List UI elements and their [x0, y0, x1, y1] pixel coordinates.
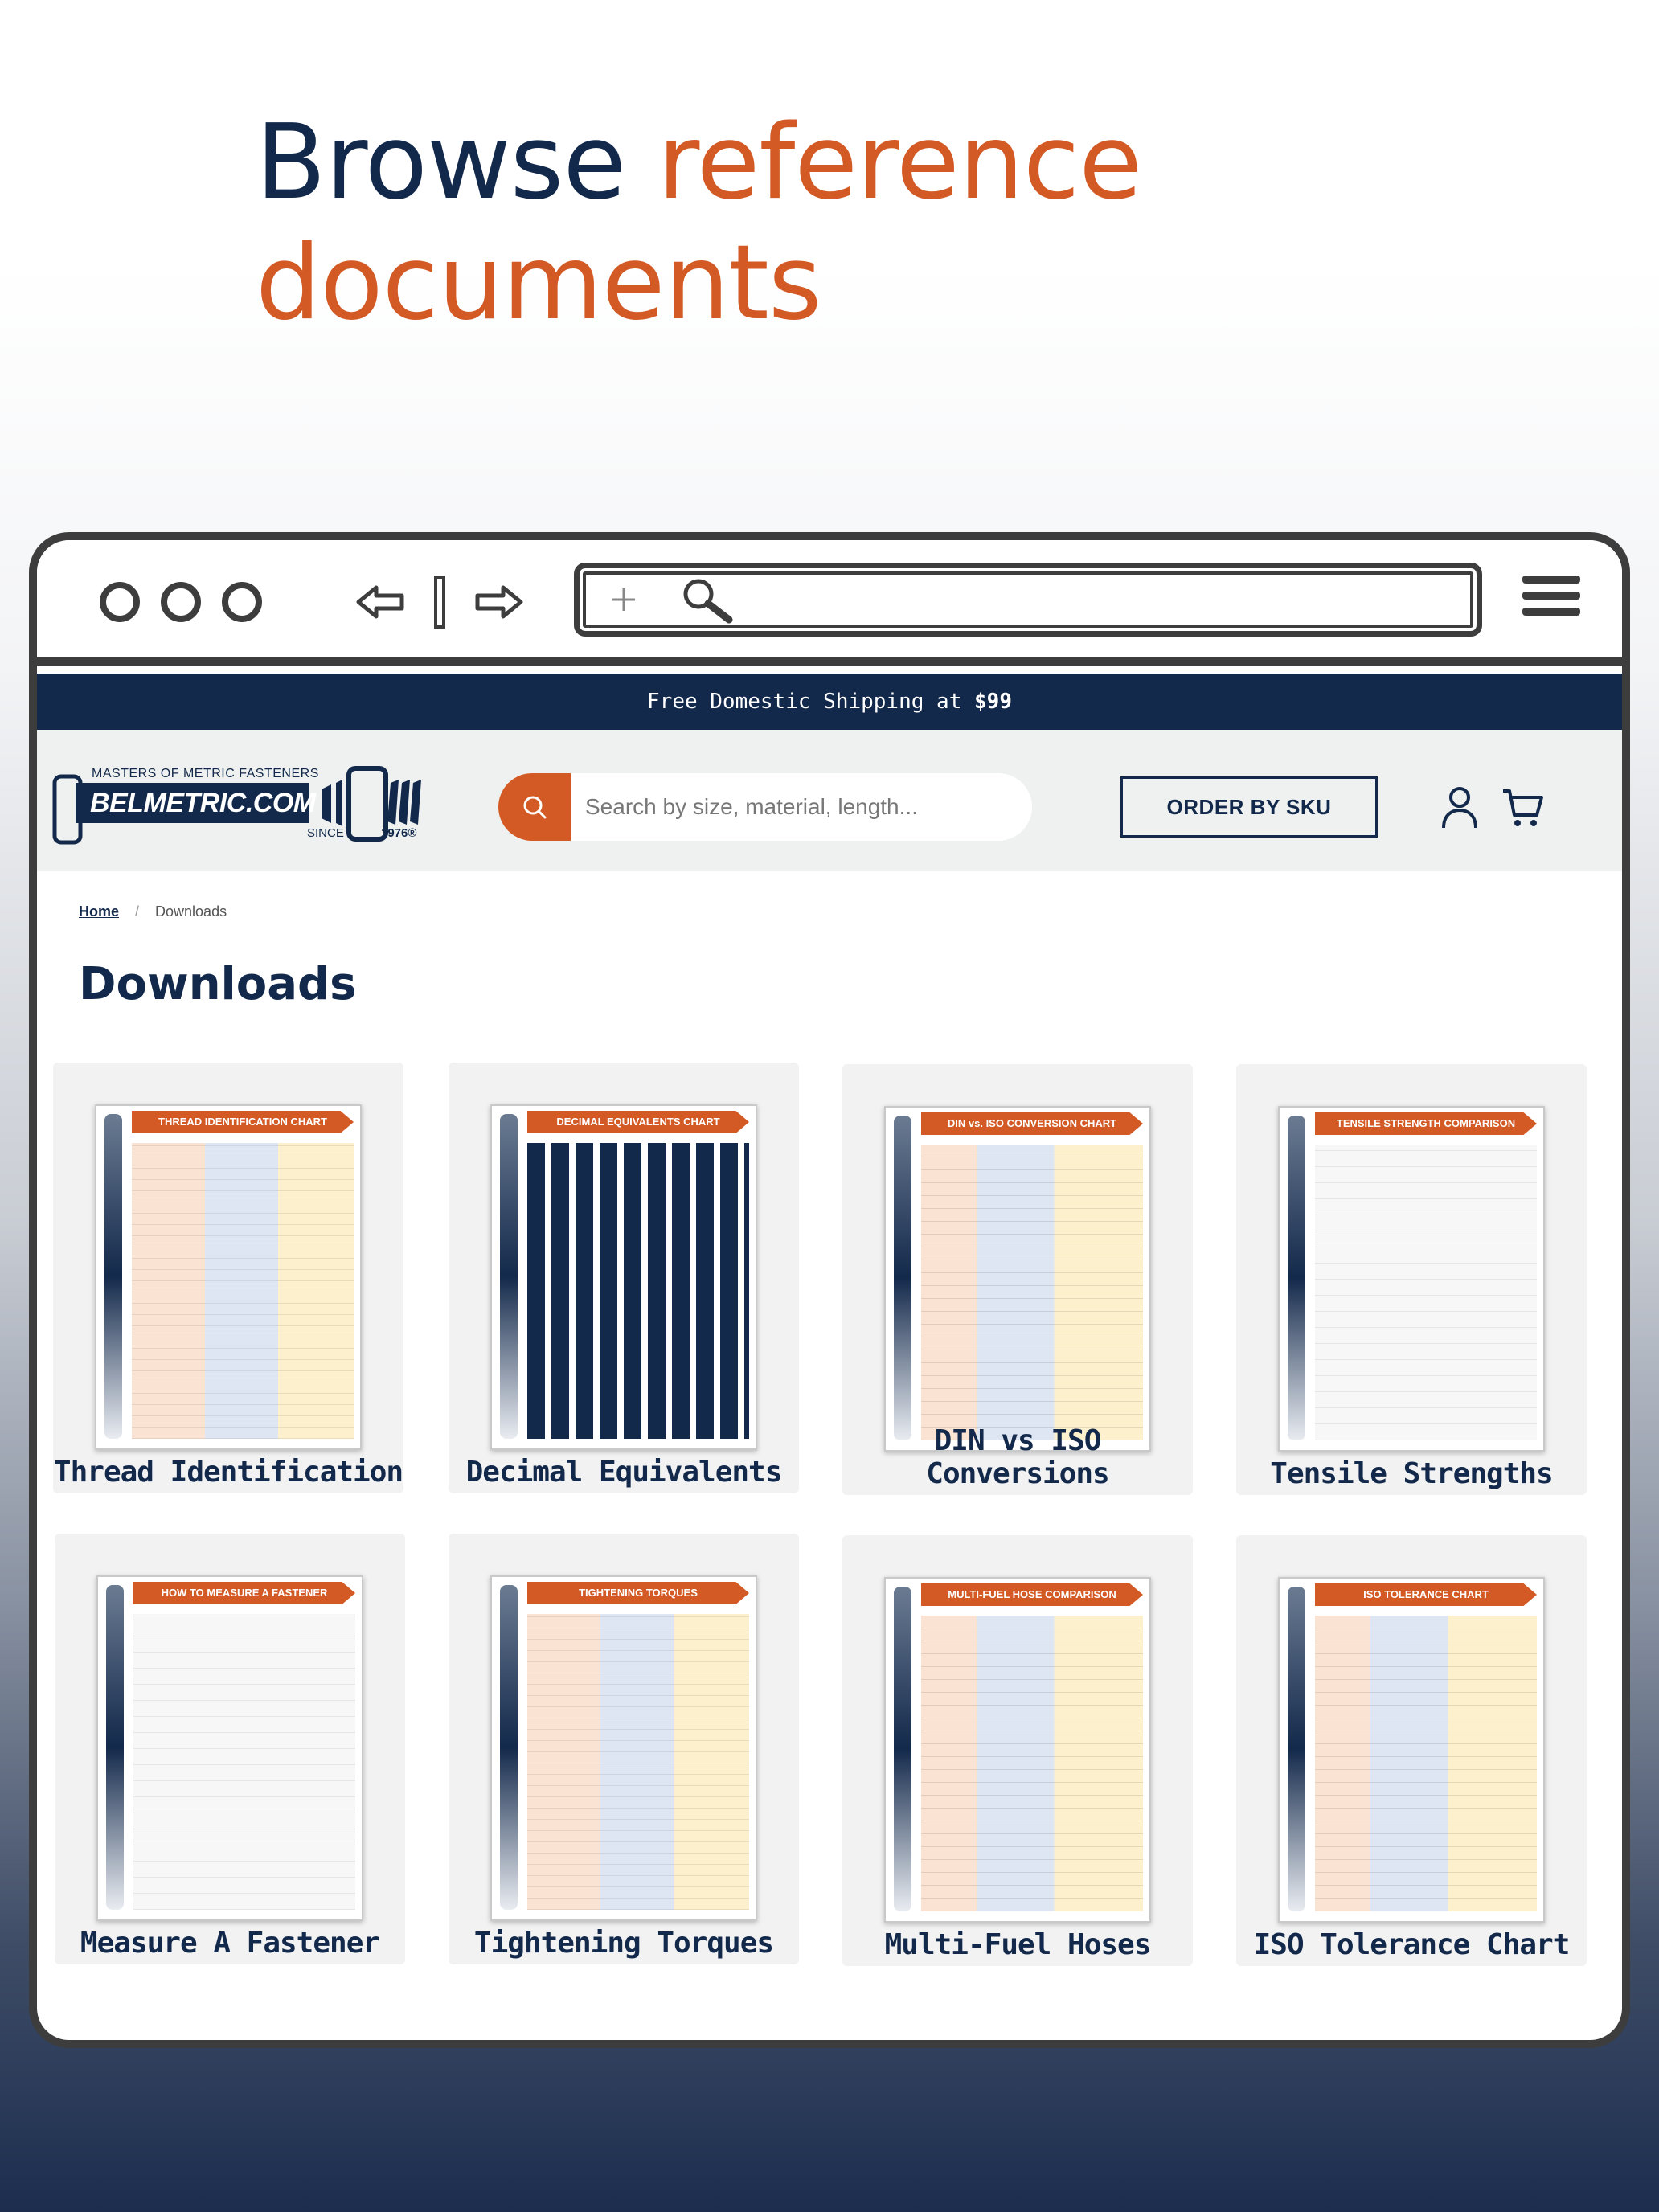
document-banner: DECIMAL EQUIVALENTS CHART	[527, 1111, 749, 1133]
download-card-measure-a-fastener[interactable]: HOW TO MEASURE A FASTENER Measure A Fast…	[55, 1534, 405, 1964]
document-thumbnail: HOW TO MEASURE A FASTENER	[96, 1575, 363, 1921]
cart-icon[interactable]	[1501, 786, 1543, 830]
logo-since: SINCE	[307, 826, 344, 840]
download-card-decimal-equivalents[interactable]: DECIMAL EQUIVALENTS CHART Decimal Equiva…	[449, 1063, 799, 1493]
window-dot-icon[interactable]	[100, 582, 140, 622]
document-banner: ISO TOLERANCE CHART	[1315, 1583, 1537, 1606]
document-banner: MULTI-FUEL HOSE COMPARISON	[921, 1583, 1143, 1606]
headline-part3: documents	[256, 223, 821, 343]
account-icon[interactable]	[1440, 784, 1479, 830]
logo-year: 1976®	[381, 826, 417, 840]
breadcrumb-current: Downloads	[155, 903, 227, 920]
document-thumbnail: TIGHTENING TORQUES	[490, 1575, 757, 1921]
download-card-tightening-torques[interactable]: TIGHTENING TORQUES Tightening Torques	[449, 1534, 799, 1964]
address-bar[interactable]	[574, 563, 1482, 637]
headline-part1: Browse	[256, 103, 657, 223]
nav-divider	[434, 576, 445, 629]
shipping-banner: Free Domestic Shipping at $99	[37, 674, 1622, 730]
window-dot-icon[interactable]	[161, 582, 201, 622]
order-by-sku-button[interactable]: ORDER BY SKU	[1120, 776, 1378, 838]
document-thumbnail: THREAD IDENTIFICATION CHART	[95, 1104, 362, 1450]
download-label: Measure A Fastener	[80, 1927, 380, 1960]
download-label: Multi-Fuel Hoses	[884, 1928, 1152, 1961]
site-logo[interactable]: MASTERS OF METRIC FASTENERS BELMETRIC.CO…	[51, 765, 437, 846]
breadcrumb: Home / Downloads	[79, 903, 227, 920]
document-thumbnail: DECIMAL EQUIVALENTS CHART	[490, 1104, 757, 1450]
logo-wordmark: BELMETRIC.COM	[76, 783, 316, 823]
document-thumbnail: TENSILE STRENGTH COMPARISON	[1278, 1106, 1545, 1452]
document-banner: HOW TO MEASURE A FASTENER	[133, 1582, 355, 1604]
shipping-amount: $99	[974, 690, 1012, 714]
logo-tagline: MASTERS OF METRIC FASTENERS	[92, 767, 319, 780]
back-arrow-icon[interactable]	[355, 584, 405, 620]
document-banner: THREAD IDENTIFICATION CHART	[132, 1111, 354, 1133]
download-card-tensile-strengths[interactable]: TENSILE STRENGTH COMPARISON Tensile Stre…	[1236, 1064, 1587, 1495]
download-card-multi-fuel-hoses[interactable]: MULTI-FUEL HOSE COMPARISON Multi-Fuel Ho…	[842, 1535, 1193, 1966]
breadcrumb-home-link[interactable]: Home	[79, 903, 119, 920]
shipping-text: Free Domestic Shipping at	[647, 690, 975, 714]
headline: Browse reference documents	[256, 103, 1142, 344]
search-icon[interactable]	[679, 576, 737, 625]
plus-icon[interactable]	[610, 586, 637, 613]
download-label: Tensile Strengths	[1270, 1457, 1553, 1490]
download-card-thread-identification[interactable]: THREAD IDENTIFICATION CHART Thread Ident…	[53, 1063, 403, 1493]
site-header: MASTERS OF METRIC FASTENERS BELMETRIC.CO…	[37, 730, 1622, 871]
hamburger-menu-icon[interactable]	[1522, 576, 1580, 627]
download-label: Thread Identification	[53, 1456, 403, 1489]
site-search-input[interactable]	[585, 773, 1019, 841]
download-card-iso-tolerance-chart[interactable]: ISO TOLERANCE CHART ISO Tolerance Chart	[1236, 1535, 1587, 1966]
download-card-din-vs-iso[interactable]: DIN vs. ISO CONVERSION CHART DIN vs ISO …	[842, 1064, 1193, 1495]
document-banner: TENSILE STRENGTH COMPARISON	[1315, 1112, 1537, 1135]
forward-arrow-icon[interactable]	[474, 584, 524, 620]
browser-window: Free Domestic Shipping at $99 MASTERS OF…	[29, 532, 1630, 2048]
site-search	[498, 773, 1032, 841]
magnifier-icon	[523, 796, 547, 819]
window-dot-icon[interactable]	[222, 582, 262, 622]
document-banner: TIGHTENING TORQUES	[527, 1582, 749, 1604]
document-thumbnail: MULTI-FUEL HOSE COMPARISON	[884, 1577, 1151, 1923]
download-label: ISO Tolerance Chart	[1253, 1928, 1571, 1961]
headline-part2: reference	[657, 103, 1142, 223]
download-label: Decimal Equivalents	[465, 1456, 783, 1489]
nav-arrows	[355, 574, 524, 630]
document-thumbnail: DIN vs. ISO CONVERSION CHART	[884, 1106, 1151, 1452]
document-banner: DIN vs. ISO CONVERSION CHART	[921, 1112, 1143, 1135]
document-thumbnail: ISO TOLERANCE CHART	[1278, 1577, 1545, 1923]
browser-chrome	[37, 540, 1622, 666]
page-title: Downloads	[79, 958, 357, 1010]
download-label: DIN vs ISO Conversions	[926, 1424, 1109, 1490]
site-search-button[interactable]	[498, 773, 571, 841]
download-label: Tightening Torques	[473, 1927, 774, 1960]
